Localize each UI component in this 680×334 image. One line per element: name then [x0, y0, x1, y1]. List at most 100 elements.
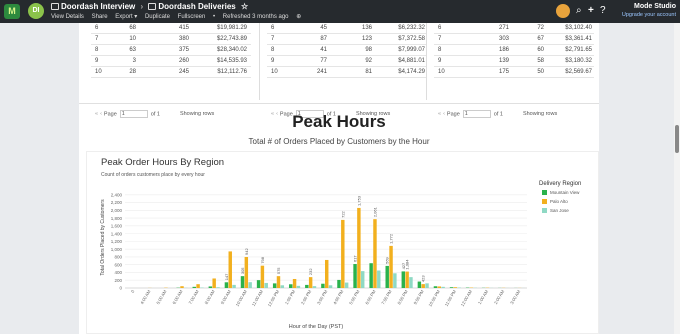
- table-divider: [259, 23, 260, 100]
- x-axis-title: Hour of the Day (PST): [289, 324, 344, 330]
- table-cell: 10: [129, 36, 136, 42]
- org-info[interactable]: Mode Studio Upgrade your account: [622, 3, 676, 19]
- plus-icon[interactable]: +: [588, 6, 594, 16]
- bar-mountain-view: [369, 263, 373, 288]
- bar-mountain-view: [208, 286, 213, 288]
- data-label: 232: [308, 268, 313, 275]
- bar-palo-alto: [244, 257, 249, 288]
- y-tick-label: 0: [119, 286, 122, 291]
- duplicate-link[interactable]: Duplicate: [145, 14, 170, 20]
- bar-palo-alto: [405, 271, 409, 288]
- table-cell: 8: [438, 47, 442, 53]
- bar-mountain-view: [321, 283, 325, 288]
- table-cell: 271: [498, 25, 509, 31]
- x-tick-label: 4:00 PM: [332, 289, 345, 306]
- table-cell: $3,361.41: [565, 36, 592, 42]
- table-cell: $19,981.29: [216, 25, 247, 31]
- data-label: 2,061: [372, 206, 377, 217]
- table-row: 9 77 92 $4,881.01: [267, 56, 427, 67]
- table-cell: 98: [365, 47, 372, 53]
- table-cell: 6: [271, 25, 275, 31]
- export-menu[interactable]: Export ▾: [115, 14, 137, 20]
- data-label: 1,772: [389, 233, 394, 244]
- refresh-icon[interactable]: ⊕: [296, 14, 301, 20]
- table-cell: 92: [365, 58, 372, 64]
- table-cell: 50: [537, 69, 544, 75]
- chart-card: Peak Order Hours By Region Count of orde…: [86, 151, 599, 334]
- data-label: 575: [276, 267, 281, 274]
- x-tick-label: 11:00 PM: [444, 289, 458, 308]
- y-tick-label: 1,400: [111, 231, 123, 236]
- x-tick-label: 8:00 PM: [396, 289, 409, 306]
- section-title: Peak Hours: [292, 112, 386, 131]
- folder-icon: [51, 3, 59, 11]
- x-tick-label: 0: [130, 288, 136, 293]
- workspace-avatar[interactable]: DI: [28, 3, 44, 19]
- bar-san-jose: [425, 283, 429, 288]
- bar-palo-alto: [389, 245, 393, 288]
- help-icon[interactable]: ?: [600, 6, 606, 16]
- y-tick-label: 1,200: [111, 239, 123, 244]
- table-cell: 375: [178, 47, 189, 53]
- legend-entry: San Jose: [550, 208, 569, 213]
- table-row: 9 3 260 $14,535.93: [91, 56, 251, 67]
- bar-san-jose: [248, 282, 252, 288]
- section-subtitle: Total # of Orders Placed by Customers by…: [248, 137, 430, 146]
- data-label: 423: [421, 275, 426, 282]
- upgrade-link[interactable]: Upgrade your account: [622, 11, 676, 19]
- table-cell: $6,232.32: [398, 25, 425, 31]
- results-table-2: 6 45 136 $6,232.32 7 87 123 $7,372.58 8 41 98 $7,99…: [267, 23, 427, 100]
- x-tick-label: 2:00 AM: [493, 289, 505, 306]
- bar-palo-alto: [180, 286, 184, 288]
- share-link[interactable]: Share: [92, 14, 108, 20]
- scrollbar-thumb[interactable]: [675, 125, 679, 153]
- refreshed-status: Refreshed 3 months ago: [222, 14, 289, 20]
- left-gutter: [0, 23, 79, 334]
- table-cell: 415: [178, 25, 189, 31]
- table-cell: 139: [498, 58, 509, 64]
- bar-san-jose: [232, 284, 236, 288]
- bar-palo-alto: [421, 284, 425, 288]
- table-cell: 136: [361, 25, 372, 31]
- table-cell: 380: [178, 36, 189, 42]
- table-cell: 6: [438, 25, 442, 31]
- x-tick-label: 1:00 AM: [477, 289, 489, 306]
- table-cell: 10: [271, 69, 278, 75]
- bar-palo-alto: [196, 284, 200, 288]
- table-cell: $2,569.67: [565, 69, 592, 75]
- mode-logo[interactable]: M: [4, 4, 20, 19]
- bar-san-jose: [280, 285, 285, 288]
- topbar-right: ⌕ + ? Mode Studio Upgrade your account: [556, 2, 676, 21]
- org-name: Mode Studio: [634, 3, 676, 10]
- results-table-1: 6 68 415 $19,981.29 7 10 380 $22,743.89 8 63 375 $2…: [91, 23, 251, 100]
- user-avatar[interactable]: [556, 4, 570, 18]
- x-tick-label: 4:00 AM: [139, 289, 151, 306]
- data-label: 617: [353, 255, 358, 262]
- data-label: 798: [260, 256, 265, 263]
- scrollbar-track[interactable]: [674, 23, 680, 334]
- table-row: 6 68 415 $19,981.29: [91, 23, 251, 34]
- search-icon[interactable]: ⌕: [576, 6, 582, 16]
- y-tick-label: 1,800: [111, 216, 123, 221]
- y-axis-title: Total Orders Placed by Customers: [100, 199, 106, 276]
- table-cell: $12,112.76: [217, 69, 247, 75]
- top-navigation-bar: M DI Doordash Interview › Doordash Deliv…: [0, 0, 680, 23]
- bar-san-jose: [216, 287, 220, 288]
- x-tick-label: 8:00 AM: [204, 289, 216, 306]
- menu-dot: •: [213, 14, 216, 20]
- bar-san-jose: [377, 270, 381, 288]
- breadcrumb-space[interactable]: Doordash Interview: [61, 2, 135, 11]
- table-cell: $4,174.29: [398, 69, 425, 75]
- bar-mountain-view: [305, 284, 309, 288]
- table-cell: 45: [320, 25, 327, 31]
- view-details-link[interactable]: View Details: [51, 14, 84, 20]
- report-canvas: 6 68 415 $19,981.29 7 10 380 $22,743.89 8 63 375 $2…: [79, 23, 599, 334]
- y-tick-label: 600: [114, 262, 122, 267]
- bar-palo-alto: [212, 278, 216, 288]
- table-cell: $3,102.40: [565, 25, 592, 31]
- bar-palo-alto: [260, 265, 265, 288]
- star-icon[interactable]: ☆: [241, 2, 248, 11]
- table-divider: [426, 23, 427, 100]
- fullscreen-link[interactable]: Fullscreen: [178, 14, 206, 20]
- legend-swatch: [542, 190, 547, 195]
